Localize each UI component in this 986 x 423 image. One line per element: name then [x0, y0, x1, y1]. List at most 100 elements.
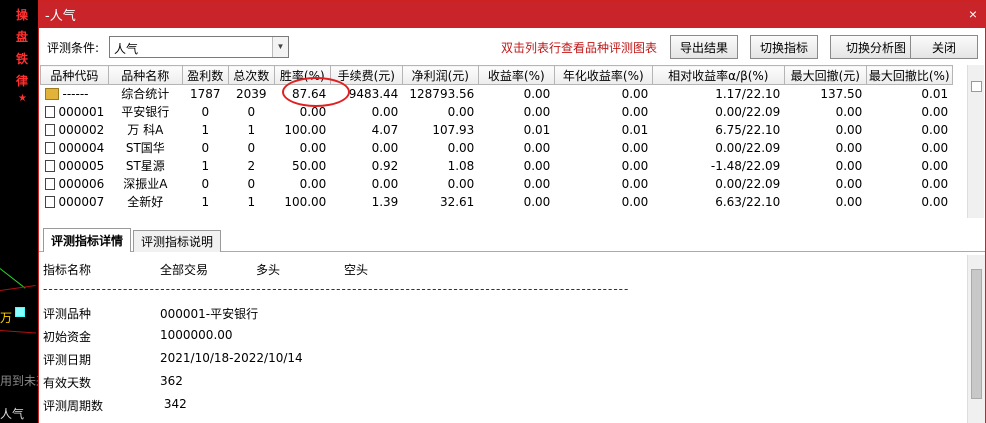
- cell-text: ------: [62, 86, 89, 101]
- close-button[interactable]: 关闭: [910, 35, 978, 59]
- table-row[interactable]: 000007 全新好 1 1 100.00 1.39 32.61 0.00 0.00 6.63/2…: [41, 193, 953, 211]
- column-header[interactable]: 盈利数: [181, 65, 229, 85]
- chevron-down-icon[interactable]: ▼: [272, 37, 288, 57]
- cell-text: 0.00: [371, 104, 399, 119]
- cell-text: 1: [201, 158, 210, 173]
- cell-text: 4.07: [371, 122, 399, 137]
- cell-text: 0: [247, 176, 256, 191]
- table-cell: 0: [182, 175, 228, 193]
- table-cell: 0.00: [866, 103, 952, 121]
- scrollbar-thumb[interactable]: [971, 269, 982, 399]
- table-cell: 0.00: [784, 103, 866, 121]
- table-cell: 100.00: [274, 121, 330, 139]
- table-cell: 0.00: [554, 139, 652, 157]
- cell-text: 0.00: [835, 194, 863, 209]
- table-cell: 1: [228, 121, 274, 139]
- detail-header-all: 全部交易: [160, 263, 209, 277]
- switch-chart-button[interactable]: 切换分析图: [830, 35, 922, 59]
- table-cell: 0.00: [866, 121, 952, 139]
- table-row[interactable]: 000004 ST国华 0 0 0.00 0.00 0.00 0.00 0.00 0.00/22.…: [41, 139, 953, 157]
- switch-indicator-button[interactable]: 切换指标: [750, 35, 818, 59]
- close-icon[interactable]: ×: [969, 6, 977, 22]
- table-cell: 000007: [41, 193, 109, 211]
- detail-header-long: 多头: [256, 263, 281, 277]
- column-header[interactable]: 年化收益率(%): [553, 65, 653, 85]
- detail-item-label: 初始资金: [43, 330, 92, 344]
- cell-text: 0.00: [523, 158, 551, 173]
- cell-text: 0: [201, 140, 210, 155]
- table-cell: 0.00: [866, 157, 952, 175]
- column-header[interactable]: 品种代码: [40, 65, 109, 85]
- table-row[interactable]: 000001 平安银行 0 0 0.00 0.00 0.00 0.00 0.00 0.00/22.…: [41, 103, 953, 121]
- detail-scrollbar[interactable]: [967, 255, 985, 423]
- column-header[interactable]: 净利润(元): [401, 65, 479, 85]
- cell-text: 万 科A: [127, 123, 164, 137]
- detail-separator: ----------------------------------------…: [43, 282, 630, 296]
- folder-icon: [44, 87, 59, 100]
- cell-text: 深振业A: [123, 177, 168, 191]
- table-cell: 0.00: [274, 175, 330, 193]
- table-cell: 0.00: [274, 139, 330, 157]
- export-button[interactable]: 导出结果: [670, 35, 738, 59]
- cell-text: 0.00: [921, 158, 949, 173]
- scrollbar-box[interactable]: [971, 81, 982, 92]
- cell-text: 0.00: [921, 104, 949, 119]
- column-header[interactable]: 最大回撤比(%): [865, 65, 953, 85]
- cell-text: 1787: [190, 86, 221, 101]
- table-cell: 0.00: [330, 103, 402, 121]
- column-header[interactable]: 相对收益率α/β(%): [651, 65, 785, 85]
- cell-text: 0: [201, 176, 210, 191]
- table-cell: 1: [182, 121, 228, 139]
- bg-side-char: 律: [16, 74, 29, 88]
- table-cell: 1.39: [330, 193, 402, 211]
- column-header[interactable]: 最大回撤(元): [783, 65, 867, 85]
- table-row[interactable]: 000005 ST星源 1 2 50.00 0.92 1.08 0.00 0.00 -1.48/2…: [41, 157, 953, 175]
- document-icon: [44, 177, 55, 190]
- table-row[interactable]: 000002 万 科A 1 1 100.00 4.07 107.93 0.01 0.01 6.75…: [41, 121, 953, 139]
- condition-select[interactable]: 人气 ▼: [109, 36, 289, 58]
- table-cell: 0.00/22.09: [652, 103, 784, 121]
- cell-text: 9483.44: [348, 86, 399, 101]
- table-cell: 全新好: [108, 193, 182, 211]
- table-cell: 0.01: [866, 85, 952, 103]
- cell-text: 0: [247, 104, 256, 119]
- cell-text: 000001: [58, 104, 105, 119]
- tab-indicator-description[interactable]: 评测指标说明: [133, 230, 221, 252]
- window-title: -人气: [45, 9, 76, 24]
- bg-bottom-tab[interactable]: 人气: [0, 405, 24, 422]
- table-cell: 107.93: [402, 121, 478, 139]
- cell-text: 0.00: [523, 140, 551, 155]
- table-cell: 0.00: [402, 175, 478, 193]
- tab-indicator-details[interactable]: 评测指标详情: [43, 228, 131, 252]
- cell-text: 1.17/22.10: [715, 86, 781, 101]
- cell-text: 0.00: [621, 104, 649, 119]
- column-header[interactable]: 收益率(%): [477, 65, 555, 85]
- detail-item-value: 2021/10/18-2022/10/14: [160, 351, 303, 365]
- table-cell: 0: [228, 103, 274, 121]
- table-cell: 0.00/22.09: [652, 139, 784, 157]
- cell-text: 0.00: [447, 140, 475, 155]
- title-bar[interactable]: -人气: [39, 1, 985, 28]
- table-header-row: 品种代码 品种名称 盈利数 总次数 胜率(%) 手续费(元) 净利润(元) 收益…: [40, 65, 953, 85]
- cell-text: 0.00/22.09: [715, 176, 781, 191]
- column-header[interactable]: 品种名称: [107, 65, 183, 85]
- toolbar: 评测条件: 人气 ▼ 双击列表行查看品种评测图表 导出结果 切换指标 切换分析图…: [39, 35, 985, 59]
- cell-text: 0.00: [299, 176, 327, 191]
- table-cell: -1.48/22.09: [652, 157, 784, 175]
- cell-text: 0.00: [621, 140, 649, 155]
- summary-row[interactable]: ------ 综合统计 1787 2039 87.64 9483.44 128793.56 0…: [41, 85, 953, 103]
- cell-text: 平安银行: [121, 105, 170, 119]
- cell-text: 0.00: [835, 104, 863, 119]
- cell-text: 0.00/22.09: [715, 140, 781, 155]
- table-cell: ------: [41, 85, 109, 103]
- column-header[interactable]: 总次数: [227, 65, 275, 85]
- table-cell: 0.00: [330, 175, 402, 193]
- table-cell: 综合统计: [108, 85, 182, 103]
- table-row[interactable]: 000006 深振业A 0 0 0.00 0.00 0.00 0.00 0.00 0.00/22.…: [41, 175, 953, 193]
- win-rate-highlight-circle: [282, 77, 350, 107]
- cell-text: 000004: [58, 140, 105, 155]
- table-cell: 深振业A: [108, 175, 182, 193]
- table-cell: 2: [228, 157, 274, 175]
- table-scrollbar[interactable]: [967, 65, 984, 218]
- cell-text: 0.00: [621, 158, 649, 173]
